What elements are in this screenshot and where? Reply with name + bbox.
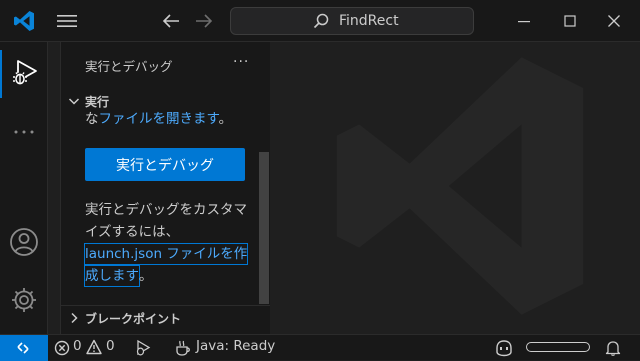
customize-line-2: イズするには、 [85, 224, 180, 240]
command-center-search[interactable]: FindRect [230, 7, 474, 35]
search-text: FindRect [339, 13, 399, 29]
more-actions-icon[interactable]: ··· [233, 54, 253, 70]
maximize-icon[interactable] [560, 11, 580, 31]
warning-count[interactable]: 0 [106, 338, 115, 354]
open-file-link[interactable]: ファイルを開きます [99, 111, 219, 127]
active-indicator [0, 50, 2, 98]
settings-gear-icon[interactable] [8, 284, 40, 316]
run-debug-sidebar: 実行とデバッグ ··· 実行 なファイルを開きます。 実行とデバッグ 実行とデバ… [60, 42, 271, 334]
java-status[interactable]: Java: Ready [196, 338, 275, 354]
copilot-usage-bar[interactable] [526, 342, 590, 352]
remote-indicator[interactable] [0, 335, 48, 361]
copilot-icon[interactable] [494, 338, 514, 358]
java-icon[interactable] [174, 339, 192, 357]
run-and-debug-button[interactable]: 実行とデバッグ [85, 148, 245, 181]
notification-bell-icon[interactable] [604, 339, 622, 357]
close-icon[interactable] [604, 11, 624, 31]
section-breakpoints-header[interactable]: ブレークポイント [61, 307, 271, 329]
more-icon[interactable] [8, 116, 40, 148]
warning-icon[interactable] [86, 339, 102, 355]
chevron-right-icon [71, 312, 78, 324]
debug-bug-icon[interactable] [134, 339, 152, 357]
title-bar: FindRect [0, 0, 640, 42]
run-debug-icon[interactable] [8, 56, 40, 88]
vscode-logo-icon[interactable] [12, 9, 36, 33]
sidebar-scrollbar[interactable] [259, 152, 269, 304]
arrow-left-icon[interactable] [160, 11, 182, 31]
editor-area [270, 42, 640, 334]
sidebar-title: 実行とデバッグ [85, 59, 173, 74]
partial-open-file-text: なファイルを開きます。 [85, 108, 232, 130]
customize-line-1: 実行とデバッグをカスタマ [85, 202, 247, 218]
error-count[interactable]: 0 [73, 338, 82, 354]
remote-icon [17, 342, 29, 354]
create-launch-json-link-line-2[interactable]: 成します [84, 265, 140, 287]
minimize-icon[interactable] [514, 11, 534, 31]
search-icon [313, 13, 329, 29]
error-icon[interactable] [54, 340, 70, 356]
status-bar: 0 0 Java: Ready [0, 334, 640, 361]
activity-bar [0, 42, 48, 334]
arrow-right-icon[interactable] [193, 11, 215, 31]
partial-prefix: な [85, 111, 99, 127]
customize-text: 実行とデバッグをカスタマ イズするには、 launch.json ファイルを作 … [83, 199, 249, 287]
section-divider [61, 305, 271, 306]
create-launch-json-link-line-1[interactable]: launch.json ファイルを作 [83, 243, 249, 265]
vscode-watermark-icon [336, 57, 584, 315]
section-breakpoints-label: ブレークポイント [85, 312, 182, 326]
hamburger-menu-icon[interactable] [54, 11, 80, 31]
chevron-down-icon [68, 98, 80, 105]
account-icon[interactable] [8, 226, 40, 258]
customize-suffix: 。 [139, 268, 153, 284]
partial-suffix: 。 [218, 111, 233, 127]
